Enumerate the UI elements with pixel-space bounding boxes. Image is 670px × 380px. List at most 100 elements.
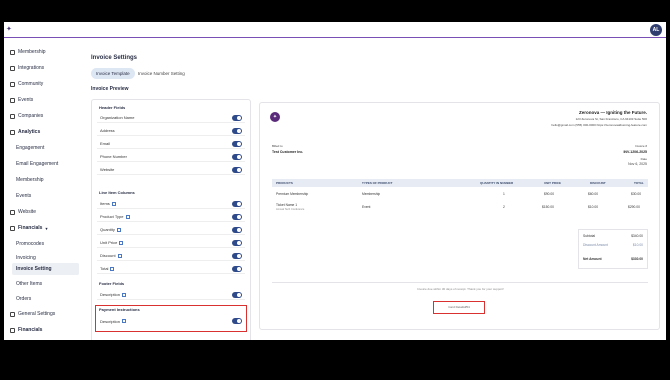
globe-icon [10, 209, 15, 215]
sidebar-item-website[interactable]: Website [10, 209, 36, 215]
app-logo-icon[interactable]: ✦ [6, 25, 12, 33]
customer-name: Test Customer Inc. [272, 150, 304, 154]
quantity-cell: 1 [503, 192, 505, 196]
discount-value: $10.00 [632, 243, 643, 247]
toggle-switch[interactable] [232, 265, 242, 272]
plug-icon [10, 65, 15, 71]
sidebar-item-financials[interactable]: Financials ▾ [10, 225, 47, 231]
toggle-switch[interactable] [232, 200, 242, 207]
field-row: Website [97, 165, 245, 175]
column-header: TYPES OF PRODUCT [362, 181, 393, 185]
edit-icon[interactable] [111, 201, 116, 206]
app-window: ✦ AL Membership Integrations Community E… [4, 22, 666, 340]
sidebar-item-analytics-events[interactable]: Events [16, 193, 31, 199]
sidebar-item-events[interactable]: Events [10, 97, 33, 103]
net-amount-label: Net Amount [583, 257, 602, 261]
toggle-switch[interactable] [232, 127, 242, 134]
column-header: UNIT PRICE [544, 181, 562, 185]
field-row: Email [97, 139, 245, 149]
sidebar-item-general-settings[interactable]: General Settings [10, 311, 55, 317]
billed-to-label: Billed to [272, 144, 283, 148]
org-contact-line: hello@gmail.com (555) 000-0000 https://z… [551, 123, 647, 127]
toggle-switch[interactable] [232, 213, 242, 220]
field-row: Address [97, 126, 245, 136]
sidebar-item-email-engagement[interactable]: Email Engagement [16, 161, 58, 167]
sidebar: Membership Integrations Community Events… [4, 39, 82, 340]
toggle-switch[interactable] [232, 153, 242, 160]
tab-invoice-number-setting[interactable]: Invoice Number Setting [138, 71, 185, 76]
top-bar: ✦ AL [4, 22, 666, 38]
discount-label: Discount Amount [583, 243, 608, 247]
edit-icon[interactable] [122, 319, 127, 324]
field-row: Phone Number [97, 152, 245, 162]
total-cell: $30.00 [631, 192, 642, 196]
discount-cell: $60.00 [588, 192, 599, 196]
sidebar-item-invoice-setting[interactable]: Invoice Setting [12, 263, 79, 275]
toggle-switch[interactable] [232, 318, 242, 324]
edit-icon[interactable] [116, 227, 121, 232]
discount-cell: $10.00 [588, 205, 599, 209]
footer-fields-title: Footer Fields [99, 281, 125, 286]
toggle-switch[interactable] [232, 239, 242, 246]
divider [272, 282, 648, 283]
unit-price-cell: $150.00 [542, 205, 554, 209]
toggle-switch[interactable] [232, 291, 242, 298]
org-address: 123 Zeronova St, San Francisco, CA 94103… [575, 117, 647, 121]
toggle-switch[interactable] [232, 226, 242, 233]
sidebar-item-engagement[interactable]: Engagement [16, 145, 44, 151]
page-title: Invoice Settings [91, 55, 138, 61]
edit-icon[interactable] [119, 240, 124, 245]
edit-icon[interactable] [117, 253, 122, 258]
date-label: Date [640, 157, 647, 161]
column-header: QUANTITY IN NUMBER [480, 181, 514, 185]
product-subtitle: Annual Tech Conference [276, 208, 305, 211]
product-cell: Ticket Name 1 [276, 203, 298, 207]
payment-instructions-title: Payment Instructions [99, 307, 140, 312]
sidebar-item-promocodes[interactable]: Promocodes [16, 241, 44, 247]
invoice-date: Nov 6, 2025 [628, 162, 647, 166]
column-header: PRODUCTS [276, 181, 293, 185]
org-logo-icon: ✦ [270, 112, 280, 122]
field-row: Unit Price [97, 238, 245, 248]
edit-icon[interactable] [122, 292, 127, 297]
field-row: Quantity [97, 225, 245, 235]
chart-icon [10, 129, 15, 135]
sidebar-item-companies[interactable]: Companies [10, 113, 43, 119]
line-items-title: Line Item Columns [99, 190, 135, 195]
unit-price-cell: $90.00 [544, 192, 555, 196]
toggle-switch[interactable] [232, 166, 242, 173]
sidebar-item-orders[interactable]: Orders [16, 296, 31, 302]
org-name: Zeronova — Igniting the Future. [579, 110, 647, 115]
footer-note: Invoice due within 30 days of receipt. T… [417, 287, 504, 291]
edit-icon[interactable] [125, 214, 130, 219]
toggle-switch[interactable] [232, 114, 242, 121]
type-cell: Membership [362, 192, 381, 196]
sidebar-item-invoicing[interactable]: Invoicing [16, 255, 36, 261]
building-icon [10, 113, 15, 119]
edit-icon[interactable] [110, 266, 115, 271]
user-avatar[interactable]: AL [650, 24, 662, 36]
header-fields-title: Header Fields [99, 105, 126, 110]
field-row: Total [97, 264, 245, 274]
sidebar-item-community[interactable]: Community [10, 81, 43, 87]
column-header: DISCOUNT [590, 181, 606, 185]
sidebar-item-integrations[interactable]: Integrations [10, 65, 44, 71]
invoice-preview-card: ✦ Zeronova — Igniting the Future. 123 Ze… [259, 102, 660, 330]
wallet-icon [10, 225, 15, 231]
sidebar-item-financials-bottom[interactable]: Financials [10, 327, 42, 333]
product-cell: Premium Membership [276, 192, 309, 196]
chevron-down-icon: ▾ [45, 225, 48, 231]
community-icon [10, 81, 15, 87]
sidebar-item-analytics[interactable]: Analytics [10, 129, 40, 135]
sidebar-item-membership[interactable]: Membership [10, 49, 46, 55]
toggle-switch[interactable] [232, 252, 242, 259]
tab-invoice-template[interactable]: Invoice Template [91, 68, 135, 79]
field-row: Organization Name [97, 113, 245, 123]
sidebar-item-other-items[interactable]: Other Items [16, 281, 42, 287]
toggle-switch[interactable] [232, 140, 242, 147]
sidebar-item-analytics-membership[interactable]: Membership [16, 177, 44, 183]
field-row: Items [97, 199, 245, 209]
subtotal-label: Subtotal [583, 234, 596, 238]
column-header: TOTAL [634, 181, 644, 185]
items-table-header: PRODUCTS TYPES OF PRODUCT QUANTITY IN NU… [272, 179, 648, 187]
